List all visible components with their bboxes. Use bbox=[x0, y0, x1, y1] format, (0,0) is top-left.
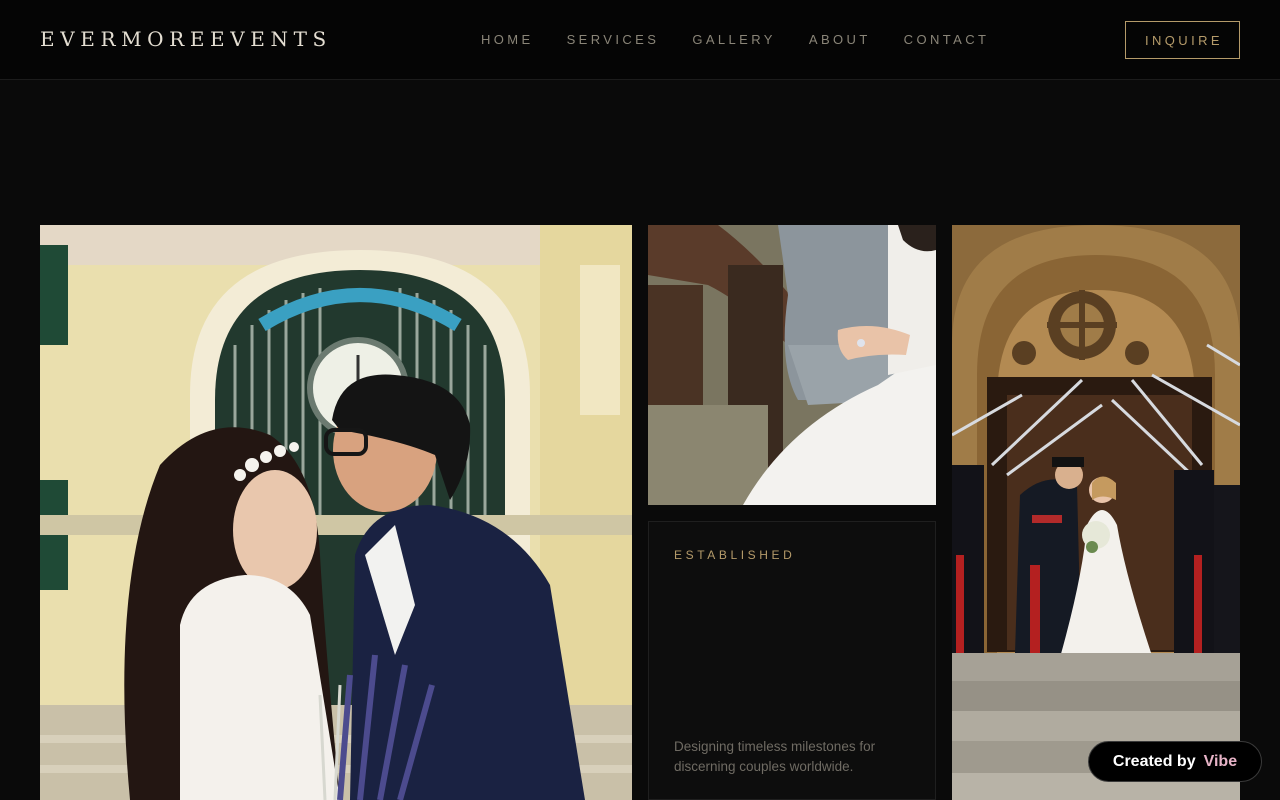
badge-prefix: Created by bbox=[1112, 752, 1196, 770]
photo-ring-detail-image bbox=[648, 225, 936, 505]
photo-sword-arch bbox=[952, 225, 1240, 800]
nav-gallery[interactable]: GALLERY bbox=[692, 32, 776, 47]
photo-ring-detail bbox=[648, 225, 936, 505]
established-text: Designing timeless milestones for discer… bbox=[674, 739, 876, 774]
established-label: ESTABLISHED bbox=[674, 548, 796, 562]
main-nav: HOME SERVICES GALLERY ABOUT CONTACT bbox=[481, 32, 1022, 47]
photo-sword-arch-image bbox=[952, 225, 1240, 800]
photo-couple-post-office-image bbox=[40, 225, 632, 800]
badge-brand: Vibe bbox=[1203, 752, 1238, 770]
nav-services[interactable]: SERVICES bbox=[567, 32, 660, 47]
inquire-button[interactable]: INQUIRE bbox=[1125, 21, 1240, 59]
nav-about[interactable]: ABOUT bbox=[809, 32, 871, 47]
nav-home[interactable]: HOME bbox=[481, 32, 534, 47]
created-by-badge[interactable]: Created by Vibe bbox=[1088, 741, 1262, 782]
photo-couple-post-office bbox=[40, 225, 632, 800]
site-header: EVERMOREEVENTS HOME SERVICES GALLERY ABO… bbox=[0, 0, 1280, 80]
site-logo[interactable]: EVERMOREEVENTS bbox=[40, 27, 332, 51]
nav-contact[interactable]: CONTACT bbox=[904, 32, 990, 47]
established-card: ESTABLISHED Designing timeless milestone… bbox=[648, 521, 936, 800]
